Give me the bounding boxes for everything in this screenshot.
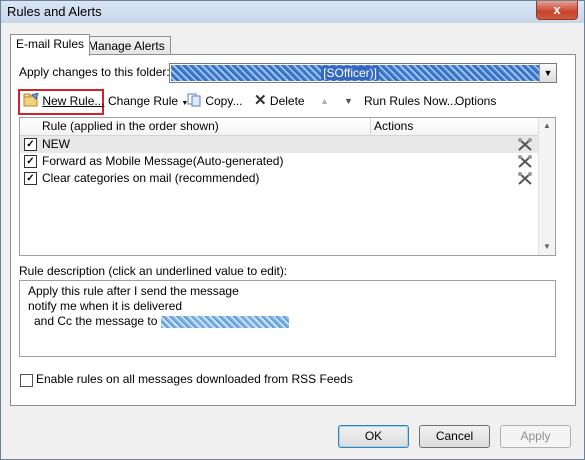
copy-icon [187, 93, 201, 107]
move-down-icon[interactable]: ▼ [344, 91, 353, 111]
cc-recipient-link[interactable] [160, 315, 289, 328]
delete-icon: ✕ [254, 92, 267, 109]
tab-manage-alerts[interactable]: Manage Alerts [82, 36, 171, 56]
copy-label: Copy... [205, 94, 243, 108]
change-rule-label: Change Rule [108, 94, 179, 108]
apply-button[interactable]: Apply [500, 425, 571, 448]
delete-button[interactable]: ✕ Delete [254, 91, 305, 111]
rule-checkbox[interactable]: ✓ [24, 155, 37, 168]
new-rule-label: New Rule... [42, 94, 105, 108]
rule-description-label: Rule description (click an underlined va… [19, 264, 288, 278]
rule-actions-icon[interactable] [517, 171, 533, 186]
ok-button[interactable]: OK [338, 425, 409, 448]
description-line: and Cc the message to [34, 314, 158, 328]
description-line: Apply this rule after I send the message [28, 284, 239, 298]
rule-actions-icon[interactable] [517, 154, 533, 169]
scroll-up-icon[interactable]: ▲ [539, 118, 555, 134]
column-header-rule[interactable]: Rule (applied in the order shown) [42, 119, 219, 133]
rss-label: Enable rules on all messages downloaded … [36, 372, 353, 386]
rules-list[interactable]: Rule (applied in the order shown) Action… [19, 117, 556, 256]
delete-label: Delete [269, 94, 305, 108]
email-rules-panel: Apply changes to this folder: [SOfficer)… [10, 54, 576, 406]
rule-actions-icon[interactable] [517, 137, 533, 152]
tab-email-rules[interactable]: E-mail Rules [10, 34, 91, 56]
rule-name: Clear categories on mail (recommended) [42, 171, 260, 185]
rss-checkbox[interactable] [20, 374, 33, 387]
close-icon: x [553, 2, 561, 17]
column-divider [370, 118, 371, 135]
folder-value-text: [SOfficer)] [321, 66, 379, 80]
rule-name: Forward as Mobile Message(Auto-generated… [42, 154, 284, 168]
rule-row[interactable]: ✓ Forward as Mobile Message(Auto-generat… [20, 153, 539, 170]
rule-description-box[interactable]: Apply this rule after I send the message… [19, 280, 556, 357]
description-line-cc: and Cc the message to [34, 314, 289, 328]
options-button[interactable]: Options [455, 91, 496, 111]
rules-list-header: Rule (applied in the order shown) Action… [20, 118, 539, 136]
column-header-actions[interactable]: Actions [374, 119, 413, 133]
rule-row[interactable]: ✓ Clear categories on mail (recommended) [20, 170, 539, 187]
folder-value: [SOfficer)] [171, 65, 539, 81]
change-rule-button[interactable]: Change Rule ▼ [108, 91, 188, 111]
cancel-button[interactable]: Cancel [419, 425, 490, 448]
rule-checkbox[interactable]: ✓ [24, 172, 37, 185]
copy-button[interactable]: Copy... [187, 91, 242, 111]
new-rule-button[interactable]: New Rule... [23, 91, 104, 111]
run-rules-now-button[interactable]: Run Rules Now... [364, 91, 457, 111]
scroll-down-icon[interactable]: ▼ [539, 239, 555, 255]
window-title: Rules and Alerts [7, 4, 102, 19]
rule-row[interactable]: ✓ NEW [20, 136, 539, 153]
chevron-down-icon[interactable]: ▼ [539, 64, 556, 82]
description-line: notify me when it is delivered [28, 299, 183, 313]
rule-name: NEW [42, 137, 70, 151]
folder-dropdown[interactable]: [SOfficer)] ▼ [169, 63, 557, 83]
folder-label: Apply changes to this folder: [19, 65, 170, 79]
rules-and-alerts-dialog: Rules and Alerts x E-mail Rules Manage A… [0, 0, 585, 460]
move-up-icon[interactable]: ▲ [320, 91, 329, 111]
rule-checkbox[interactable]: ✓ [24, 138, 37, 151]
new-rule-icon [23, 92, 39, 107]
title-bar[interactable]: Rules and Alerts x [1, 1, 584, 23]
close-button[interactable]: x [536, 1, 578, 20]
rules-list-scrollbar[interactable]: ▲ ▼ [538, 118, 555, 255]
